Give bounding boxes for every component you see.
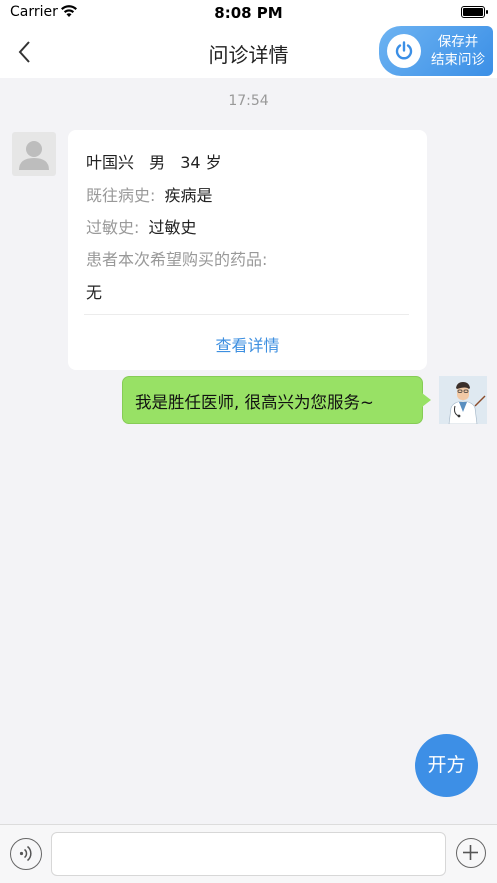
requested-medicine-label: 患者本次希望购买的药品: <box>86 246 267 270</box>
requested-medicine-label-text: 患者本次希望购买的药品: <box>86 250 268 269</box>
patient-avatar[interactable] <box>12 132 56 176</box>
chat-input-bar <box>0 824 497 883</box>
battery-icon <box>461 6 488 18</box>
medical-history-row: 既往病史: 疾病是 <box>86 182 213 206</box>
save-and-end-consult-button[interactable]: 保存并 结束问诊 <box>379 26 493 76</box>
patient-identity: 叶国兴 男 34 岁 <box>86 149 222 173</box>
requested-medicine-value: 无 <box>86 279 102 303</box>
view-details-link[interactable]: 查看详情 <box>68 332 427 356</box>
doctor-message-text: 我是胜任医师, 很高兴为您服务~ <box>135 393 374 412</box>
patient-name: 叶国兴 <box>86 153 135 172</box>
card-divider <box>84 314 409 315</box>
end-consult-line1: 保存并 <box>437 34 479 50</box>
status-bar: Carrier 8:08 PM <box>0 0 497 26</box>
voice-button[interactable] <box>10 838 42 870</box>
add-attachment-button[interactable] <box>456 838 486 868</box>
prescribe-button[interactable]: 开方 <box>415 734 478 797</box>
end-consult-label: 保存并 结束问诊 <box>425 33 491 69</box>
power-icon <box>387 34 421 68</box>
status-clock: 8:08 PM <box>214 4 283 22</box>
voice-icon <box>19 845 32 862</box>
doctor-avatar[interactable] <box>439 376 487 424</box>
allergy-value: 过敏史 <box>148 218 197 237</box>
patient-info-card: 叶国兴 男 34 岁 既往病史: 疾病是 过敏史: 过敏史 患者本次希望购买的药… <box>68 130 427 370</box>
nav-bar: 问诊详情 保存并 结束问诊 <box>0 26 497 78</box>
default-avatar-icon <box>19 141 49 170</box>
message-timestamp: 17:54 <box>228 93 269 109</box>
patient-gender: 男 <box>149 153 166 172</box>
doctor-illustration-icon <box>439 376 487 424</box>
allergy-label: 过敏史: <box>86 218 140 237</box>
end-consult-line2: 结束问诊 <box>431 52 485 68</box>
medical-history-value: 疾病是 <box>164 186 213 205</box>
message-input[interactable] <box>51 832 446 876</box>
patient-age: 34 岁 <box>180 153 222 172</box>
doctor-message-bubble[interactable]: 我是胜任医师, 很高兴为您服务~ <box>122 376 431 424</box>
medical-history-label: 既往病史: <box>86 186 156 205</box>
requested-medicine-value-text: 无 <box>86 283 103 302</box>
plus-icon <box>463 845 478 860</box>
allergy-row: 过敏史: 过敏史 <box>86 214 197 238</box>
